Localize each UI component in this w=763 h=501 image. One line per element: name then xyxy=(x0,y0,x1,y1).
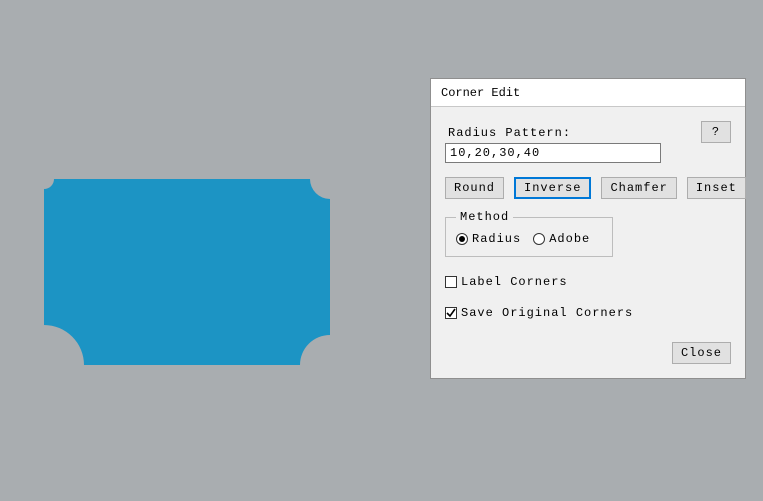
corner-edit-dialog: Corner Edit Radius Pattern: ? Round Inve… xyxy=(430,78,746,379)
radius-pattern-label: Radius Pattern: xyxy=(448,126,571,140)
radio-icon xyxy=(533,233,545,245)
method-radius-label: Radius xyxy=(472,232,521,246)
chamfer-button[interactable]: Chamfer xyxy=(601,177,676,199)
help-button[interactable]: ? xyxy=(701,121,731,143)
shape-preview xyxy=(44,179,330,365)
dialog-body: Radius Pattern: ? Round Inverse Chamfer … xyxy=(431,107,745,378)
save-original-corners-label: Save Original Corners xyxy=(461,306,633,320)
checkbox-icon xyxy=(445,307,457,319)
dialog-title: Corner Edit xyxy=(441,86,520,100)
inverse-corner-path xyxy=(44,179,330,365)
inset-button[interactable]: Inset xyxy=(687,177,746,199)
method-group: Method Radius Adobe xyxy=(445,217,613,257)
save-original-corners-checkbox[interactable]: Save Original Corners xyxy=(445,306,633,320)
method-radius-radio[interactable]: Radius xyxy=(456,232,521,246)
label-corners-label: Label Corners xyxy=(461,275,568,289)
checkbox-icon xyxy=(445,276,457,288)
radio-icon xyxy=(456,233,468,245)
method-adobe-radio[interactable]: Adobe xyxy=(533,232,590,246)
round-button[interactable]: Round xyxy=(445,177,504,199)
inverse-button[interactable]: Inverse xyxy=(514,177,591,199)
corner-type-row: Round Inverse Chamfer Inset xyxy=(445,177,731,199)
close-button[interactable]: Close xyxy=(672,342,731,364)
label-corners-checkbox[interactable]: Label Corners xyxy=(445,275,568,289)
method-adobe-label: Adobe xyxy=(549,232,590,246)
method-legend: Method xyxy=(456,210,513,224)
dialog-titlebar[interactable]: Corner Edit xyxy=(431,79,745,107)
radius-pattern-input[interactable] xyxy=(445,143,661,163)
